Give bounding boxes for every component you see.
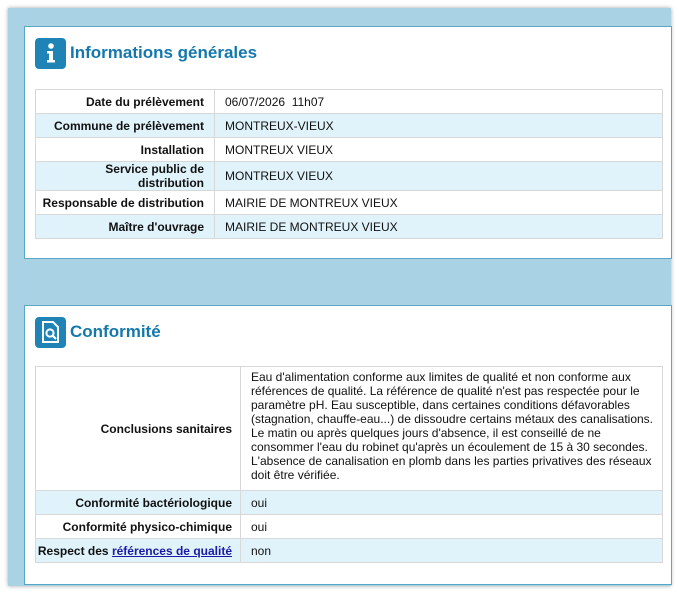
row-label: Date du prélèvement: [35, 89, 215, 114]
row-label: Responsable de distribution: [35, 190, 215, 215]
table-row: Date du prélèvement 06/07/2026 11h07: [35, 89, 663, 114]
table-row: Conformité bactériologique oui: [35, 490, 663, 515]
info-panel-title: Informations générales: [70, 43, 258, 62]
conformity-table: Conclusions sanitaires Eau d'alimentatio…: [35, 366, 663, 563]
table-row: Respect des références de qualité non: [35, 538, 663, 563]
conformity-panel-title: Conformité: [70, 322, 161, 341]
row-value: MAIRIE DE MONTREUX VIEUX: [214, 190, 663, 215]
text-line: Le matin ou après quelques jours d'absen…: [251, 426, 601, 440]
row-value: oui: [240, 490, 663, 515]
text-line: (stagnation, chauffe-eau...) de dissoudr…: [251, 412, 654, 426]
row-label: Installation: [35, 137, 215, 162]
text-line: consommer l'eau du robinet qu'après un é…: [251, 440, 648, 454]
row-value: non: [240, 538, 663, 563]
info-table: Date du prélèvement 06/07/2026 11h07 Com…: [35, 89, 663, 239]
info-panel-header: Informations générales: [35, 37, 257, 69]
table-row: Commune de prélèvement MONTREUX-VIEUX: [35, 113, 663, 138]
text-line: doit être vérifiée.: [251, 468, 340, 482]
row-label: Respect des références de qualité: [35, 538, 241, 563]
info-icon: [35, 37, 66, 69]
row-value: MONTREUX VIEUX: [214, 161, 663, 191]
text-line: références de qualité. La référence de q…: [251, 384, 640, 398]
text-line: paramètre pH. Eau susceptible, dans cert…: [251, 398, 630, 412]
table-row: Conclusions sanitaires Eau d'alimentatio…: [35, 366, 663, 491]
row-value: MONTREUX VIEUX: [214, 137, 663, 162]
row-label: Conformité bactériologique: [35, 490, 241, 515]
info-panel: Informations générales Date du prélèveme…: [24, 26, 672, 259]
text-line: Eau d'alimentation conforme aux limites …: [251, 370, 631, 384]
row-label: Service public de distribution: [35, 161, 215, 191]
text-line: L'absence de canalisation en plomb dans …: [251, 454, 652, 468]
table-row: Service public de distribution MONTREUX …: [35, 161, 663, 191]
conformity-panel-header: Conformité: [35, 316, 161, 348]
row-value: MONTREUX-VIEUX: [214, 113, 663, 138]
label-prefix: Respect des: [37, 543, 112, 558]
table-row: Conformité physico-chimique oui: [35, 514, 663, 539]
row-value: MAIRIE DE MONTREUX VIEUX: [214, 214, 663, 239]
row-label: Conclusions sanitaires: [35, 366, 241, 491]
row-label: Maître d'ouvrage: [35, 214, 215, 239]
row-label: Conformité physico-chimique: [35, 514, 241, 539]
table-row: Responsable de distribution MAIRIE DE MO…: [35, 190, 663, 215]
table-row: Installation MONTREUX VIEUX: [35, 137, 663, 162]
row-label: Commune de prélèvement: [35, 113, 215, 138]
page-frame: Informations générales Date du prélèveme…: [8, 8, 672, 586]
conclusions-text: Eau d'alimentation conforme aux limites …: [240, 366, 663, 491]
quality-references-link[interactable]: références de qualité: [112, 544, 232, 558]
row-value: oui: [240, 514, 663, 539]
conformity-panel: Conformité Conclusions sanitaires Eau d'…: [24, 305, 672, 585]
table-row: Maître d'ouvrage MAIRIE DE MONTREUX VIEU…: [35, 214, 663, 239]
row-value: 06/07/2026 11h07: [214, 89, 663, 114]
document-search-icon: [35, 316, 66, 348]
